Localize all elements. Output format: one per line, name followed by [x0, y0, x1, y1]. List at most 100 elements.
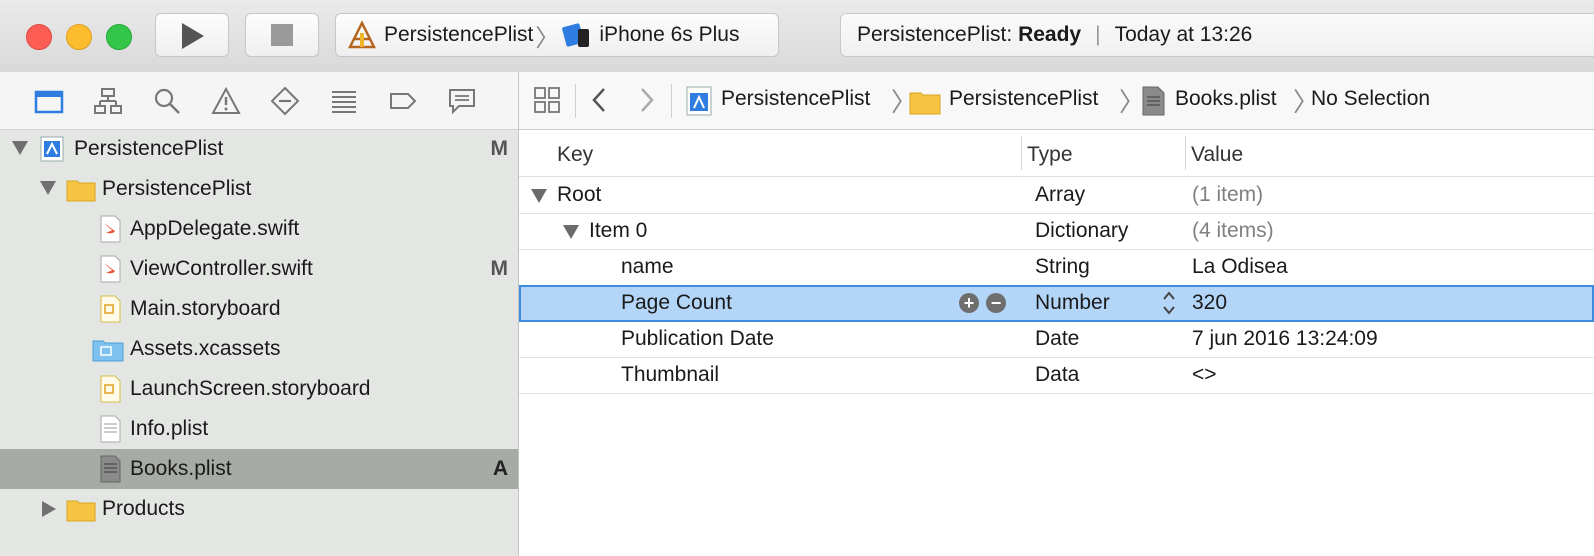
related-items-icon[interactable]: [533, 86, 561, 114]
plist-type[interactable]: Date: [1035, 327, 1079, 351]
scm-status-badge: M: [490, 257, 509, 280]
plist-key[interactable]: Page Count: [621, 291, 732, 315]
storyboard-file-icon: [100, 295, 121, 323]
folder-navigator-icon[interactable]: [34, 86, 64, 116]
folder-icon: [909, 92, 941, 115]
plist-type[interactable]: Number: [1035, 291, 1110, 315]
back-arrow-icon[interactable]: [589, 86, 609, 114]
add-item-icon[interactable]: +: [959, 293, 979, 313]
scheme-project-label: PersistencePlist: [384, 23, 534, 46]
jumpbar-group[interactable]: PersistencePlist: [949, 87, 1098, 111]
plist-value[interactable]: La Odisea: [1192, 255, 1288, 279]
tree-item-label: PersistencePlist: [74, 137, 224, 160]
tree-item-label: PersistencePlist: [102, 177, 252, 200]
project-icon: [686, 86, 712, 116]
jumpbar-selection[interactable]: No Selection: [1311, 87, 1430, 111]
stop-button[interactable]: [245, 13, 319, 57]
close-window-button[interactable]: [26, 24, 52, 50]
status-project-label: PersistencePlist:: [857, 23, 1013, 46]
project-icon: [40, 136, 64, 162]
tree-item-file[interactable]: ViewController.swift M: [0, 249, 518, 289]
swift-file-icon: [100, 255, 121, 283]
disclosure-open-icon[interactable]: [531, 189, 547, 203]
stop-icon: [271, 24, 293, 46]
plist-row[interactable]: name String La Odisea: [519, 249, 1594, 286]
value-column-header[interactable]: Value: [1191, 143, 1243, 167]
column-divider[interactable]: [1021, 136, 1022, 170]
run-button[interactable]: [155, 13, 229, 57]
folder-icon: [66, 500, 96, 522]
plist-type[interactable]: Dictionary: [1035, 219, 1128, 243]
plist-key: Thumbnail: [621, 363, 720, 386]
plist-value[interactable]: 7 jun 2016 13:24:09: [1192, 327, 1378, 351]
chevron-right-icon: 〉: [535, 24, 560, 52]
scm-status-badge: M: [490, 137, 509, 160]
status-state-label: Ready: [1018, 23, 1082, 46]
navigator-selector-bar: [0, 72, 518, 130]
project-navigator: PersistencePlist M PersistencePlist AppD…: [0, 72, 519, 556]
tree-item-project[interactable]: PersistencePlist M: [0, 129, 518, 169]
tree-item-file[interactable]: AppDelegate.swift: [0, 209, 518, 249]
tree-item-file[interactable]: LaunchScreen.storyboard: [0, 369, 518, 409]
scheme-selector[interactable]: PersistencePlist 〉 iPhone 6s Plus: [335, 13, 779, 57]
jumpbar-file[interactable]: Books.plist: [1175, 87, 1277, 111]
tree-item-label: Info.plist: [130, 417, 209, 440]
tree-item-file[interactable]: Info.plist: [0, 409, 518, 449]
report-navigator-icon[interactable]: [447, 86, 477, 116]
disclosure-open-icon[interactable]: [40, 181, 56, 195]
column-divider[interactable]: [1185, 136, 1186, 170]
remove-item-icon[interactable]: −: [986, 293, 1006, 313]
test-navigator-icon[interactable]: [270, 86, 300, 116]
plist-type[interactable]: Array: [1035, 183, 1085, 207]
search-icon[interactable]: [152, 86, 182, 116]
plist-key: name: [621, 255, 674, 278]
tree-item-file[interactable]: Main.storyboard: [0, 289, 518, 329]
storyboard-file-icon: [100, 375, 121, 403]
hierarchy-navigator-icon[interactable]: [93, 86, 123, 116]
activity-status-bar: PersistencePlist: Ready | Today at 13:26: [840, 13, 1594, 57]
jumpbar-project[interactable]: PersistencePlist: [721, 87, 870, 111]
plist-file-icon: [100, 455, 121, 483]
asset-catalog-icon: [92, 340, 124, 362]
plist-file-icon: [100, 415, 121, 443]
tree-item-file-selected[interactable]: Books.plist A: [0, 449, 518, 489]
tree-item-file[interactable]: Assets.xcassets: [0, 329, 518, 369]
tree-item-group[interactable]: Products: [0, 489, 518, 529]
status-divider: |: [1095, 23, 1101, 46]
plist-value[interactable]: <>: [1192, 363, 1217, 387]
tree-item-label: LaunchScreen.storyboard: [130, 377, 371, 400]
plist-key: Publication Date: [621, 327, 774, 350]
key-column-header[interactable]: Key: [557, 143, 593, 167]
plist-row-selected[interactable]: Page Count + − Number 320: [519, 285, 1594, 322]
warning-icon[interactable]: [211, 86, 241, 116]
disclosure-open-icon[interactable]: [12, 141, 28, 155]
folder-icon: [66, 180, 96, 202]
play-icon: [182, 23, 204, 49]
zoom-window-button[interactable]: [106, 24, 132, 50]
plist-value[interactable]: 320: [1192, 291, 1227, 315]
plist-editor: PersistencePlist 〉 PersistencePlist 〉 Bo…: [519, 72, 1594, 556]
disclosure-closed-icon[interactable]: [42, 501, 56, 517]
plist-value: (4 items): [1192, 219, 1274, 242]
tree-item-group[interactable]: PersistencePlist: [0, 169, 518, 209]
plist-row[interactable]: Item 0 Dictionary (4 items): [519, 213, 1594, 250]
type-column-header[interactable]: Type: [1027, 143, 1073, 167]
jumpbar-divider: [671, 84, 672, 118]
forward-arrow-icon[interactable]: [637, 86, 657, 114]
plist-column-headers: Key Type Value: [519, 130, 1594, 177]
plist-file-icon: [1142, 86, 1165, 116]
minimize-window-button[interactable]: [66, 24, 92, 50]
breakpoint-navigator-icon[interactable]: [388, 86, 418, 116]
plist-row[interactable]: Thumbnail Data <>: [519, 357, 1594, 394]
plist-type[interactable]: String: [1035, 255, 1090, 279]
plist-row[interactable]: Publication Date Date 7 jun 2016 13:24:0…: [519, 321, 1594, 358]
type-popup-chevron-icon[interactable]: [1161, 289, 1177, 317]
plist-row[interactable]: Root Array (1 item): [519, 177, 1594, 214]
debug-navigator-icon[interactable]: [329, 86, 359, 116]
disclosure-open-icon[interactable]: [563, 225, 579, 239]
tree-item-label: Main.storyboard: [130, 297, 281, 320]
jumpbar-divider: [575, 84, 576, 118]
plist-key: Root: [557, 183, 602, 206]
plist-type[interactable]: Data: [1035, 363, 1079, 387]
tree-item-label: ViewController.swift: [130, 257, 313, 280]
